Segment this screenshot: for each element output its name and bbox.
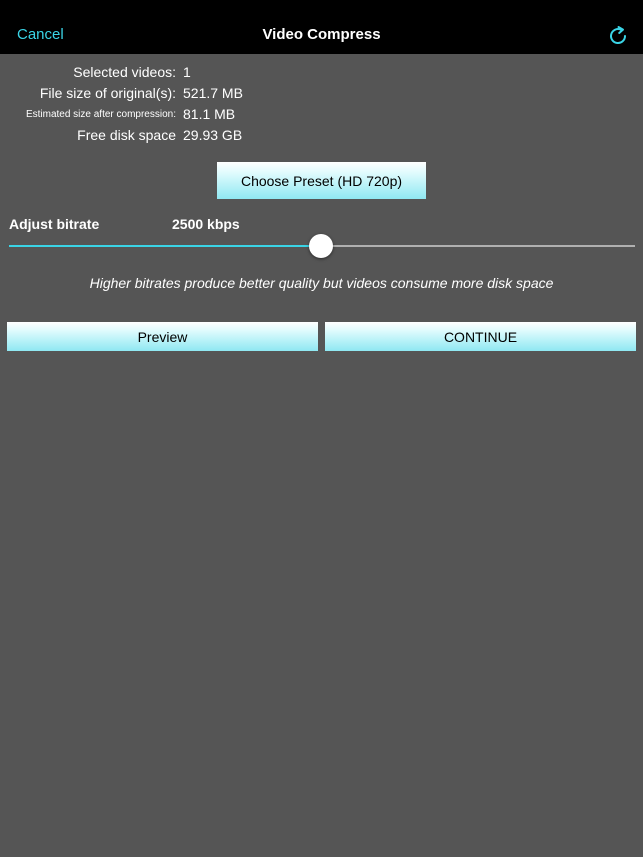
- bitrate-slider[interactable]: [9, 234, 635, 258]
- page-title: Video Compress: [262, 26, 381, 43]
- estimated-size-row: Estimated size after compression: 81.1 M…: [0, 106, 643, 126]
- selected-videos-row: Selected videos: 1: [0, 64, 643, 84]
- free-disk-value: 29.93 GB: [183, 127, 243, 143]
- choose-preset-button[interactable]: Choose Preset (HD 720p): [217, 162, 426, 199]
- free-disk-row: Free disk space 29.93 GB: [0, 127, 643, 147]
- continue-button[interactable]: CONTINUE: [325, 322, 636, 351]
- estimated-size-value: 81.1 MB: [183, 106, 236, 122]
- navigation-bar: Cancel Video Compress: [0, 0, 643, 54]
- slider-thumb[interactable]: [309, 234, 333, 258]
- estimated-size-label: Estimated size after compression:: [25, 109, 176, 120]
- bitrate-label: Adjust bitrate: [9, 216, 100, 232]
- bitrate-value: 2500 kbps: [172, 216, 240, 232]
- slider-fill: [9, 245, 321, 247]
- original-size-row: File size of original(s): 521.7 MB: [0, 85, 643, 105]
- refresh-icon[interactable]: [606, 24, 630, 48]
- bitrate-hint: Higher bitrates produce better quality b…: [89, 275, 554, 291]
- original-size-label: File size of original(s):: [39, 85, 176, 101]
- preview-button[interactable]: Preview: [7, 322, 318, 351]
- free-disk-label: Free disk space: [77, 127, 176, 143]
- selected-videos-label: Selected videos:: [73, 64, 176, 80]
- selected-videos-value: 1: [183, 64, 191, 80]
- original-size-value: 521.7 MB: [183, 85, 243, 101]
